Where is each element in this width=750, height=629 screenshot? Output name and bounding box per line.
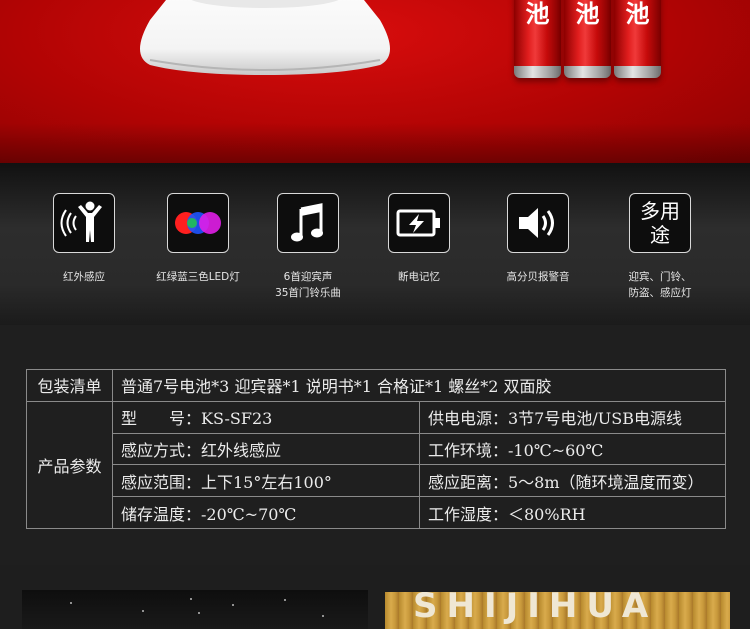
feature-music: 6首迎宾声 35首门铃乐曲 [248, 193, 368, 301]
spec-cell: 感应距离：5～8m（随环境温度而变） [419, 464, 726, 498]
spec-cell: 储存温度：-20℃~70℃ [112, 496, 420, 529]
battery-1: 池 [514, 0, 561, 78]
spec-cell: 型 号：KS-SF23 [112, 400, 420, 434]
battery-label: 池 [625, 0, 650, 28]
params-label: 产品参数 [26, 400, 113, 529]
spec-cell: 工作环境：-10℃~60℃ [419, 432, 726, 466]
battery-charging-icon [388, 193, 450, 253]
spec-cell: 感应方式：红外线感应 [112, 432, 420, 466]
table-row: 储存温度：-20℃~70℃ 工作湿度：＜80%RH [27, 496, 726, 529]
spec-cell: 供电电源：3节7号电池/USB电源线 [419, 400, 726, 434]
motion-sensor-icon [53, 193, 115, 253]
package-label: 包装清单 [26, 369, 113, 402]
specs-table: 包装清单 普通7号电池*3 迎宾器*1 说明书*1 合格证*1 螺丝*2 双面胶… [26, 369, 726, 529]
multi-use-icon-text: 多用 [640, 199, 680, 223]
brand-sign-text: SHIJIHUA [413, 592, 658, 626]
multi-use-icon: 多用 途 [629, 193, 691, 253]
feature-label: 高分贝报警音 [506, 271, 570, 283]
feature-label: 6首迎宾声 35首门铃乐曲 [275, 271, 341, 299]
product-banner: 池 池 池 [0, 0, 750, 163]
battery-3: 池 [614, 0, 661, 78]
table-row: 感应范围：上下15°左右100° 感应距离：5～8m（随环境温度而变） [27, 464, 726, 498]
music-note-icon [277, 193, 339, 253]
battery-label: 池 [575, 0, 600, 28]
package-value: 普通7号电池*3 迎宾器*1 说明书*1 合格证*1 螺丝*2 双面胶 [112, 369, 726, 402]
rgb-led-icon [167, 193, 229, 253]
table-row: 产品参数 型 号：KS-SF23 供电电源：3节7号电池/USB电源线 [26, 400, 726, 529]
product-dome-image [140, 0, 390, 75]
speaker-icon [507, 193, 569, 253]
feature-label: 迎宾、门铃、 防盗、感应灯 [628, 271, 692, 299]
feature-rgb-led: 红绿蓝三色LED灯 [138, 193, 258, 285]
spec-cell: 工作湿度：＜80%RH [419, 496, 726, 529]
feature-label: 红绿蓝三色LED灯 [156, 271, 240, 283]
multi-use-icon-text: 途 [650, 223, 670, 247]
feature-alarm: 高分贝报警音 [478, 193, 598, 285]
features-band: 红外感应 红绿蓝三色LED灯 6首迎宾声 35首门铃乐曲 断电记忆 高分贝报警音… [0, 163, 750, 325]
feature-label: 断电记忆 [398, 271, 440, 283]
battery-label: 池 [525, 0, 550, 28]
feature-label: 红外感应 [63, 271, 105, 283]
battery-2: 池 [564, 0, 611, 78]
feature-multi-use: 多用 途 迎宾、门铃、 防盗、感应灯 [600, 193, 720, 301]
thumbnail-brand-sign: SHIJIHUA [385, 592, 730, 629]
feature-power-memory: 断电记忆 [359, 193, 479, 285]
thumbnail-dark-scene [22, 590, 368, 629]
spec-cell: 感应范围：上下15°左右100° [112, 464, 420, 498]
specs-section: 包装清单 普通7号电池*3 迎宾器*1 说明书*1 合格证*1 螺丝*2 双面胶… [0, 325, 750, 565]
table-row: 感应方式：红外线感应 工作环境：-10℃~60℃ [27, 432, 726, 466]
table-row: 包装清单 普通7号电池*3 迎宾器*1 说明书*1 合格证*1 螺丝*2 双面胶 [26, 369, 726, 402]
feature-motion-sensor: 红外感应 [24, 193, 144, 285]
